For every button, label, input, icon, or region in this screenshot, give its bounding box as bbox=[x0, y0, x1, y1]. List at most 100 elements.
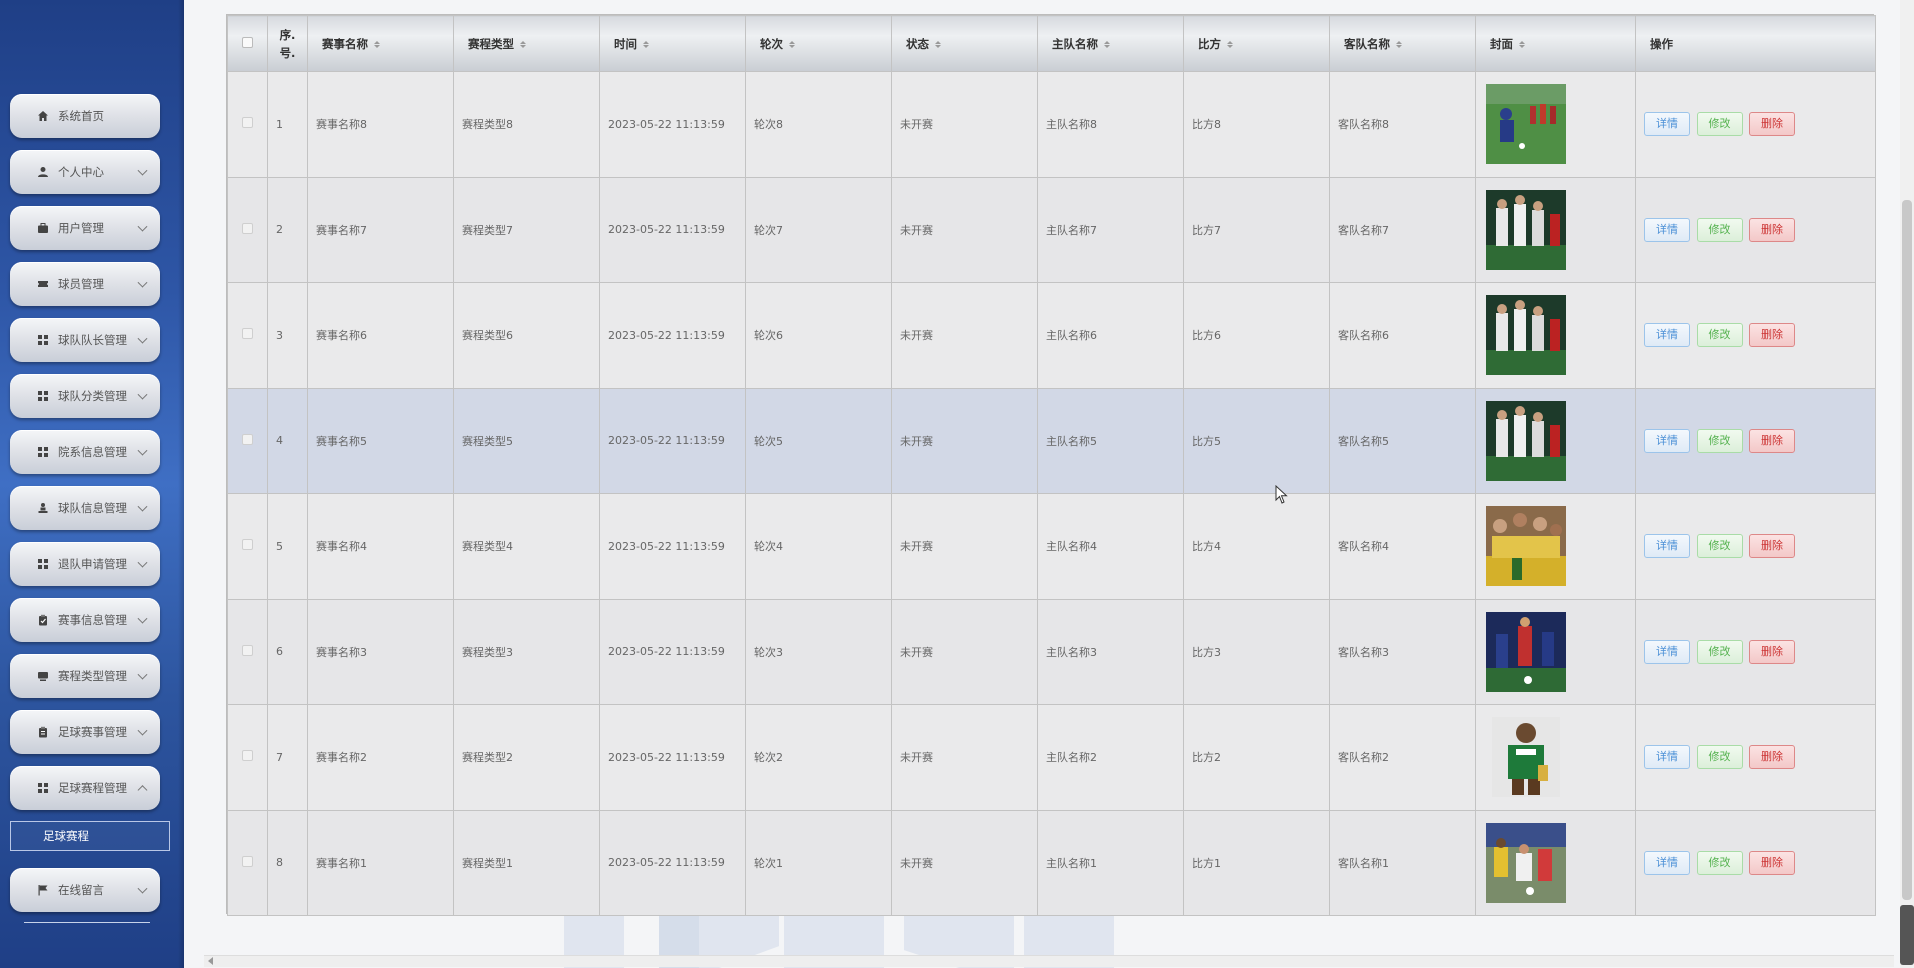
sort-icon[interactable] bbox=[935, 40, 941, 48]
delete-button[interactable]: 删除 bbox=[1749, 534, 1795, 559]
sidebar-item-department-management[interactable]: 院系信息管理 bbox=[10, 430, 160, 474]
cell-event-name: 赛事名称8 bbox=[307, 71, 454, 178]
delete-button[interactable]: 删除 bbox=[1749, 850, 1795, 875]
horizontal-scrollbar[interactable] bbox=[204, 955, 1894, 967]
table-row: 3 赛事名称6 赛程类型6 2023-05-22 11:13:59 轮次6 未开… bbox=[227, 282, 1876, 389]
cell-cover bbox=[1475, 387, 1636, 494]
cover-thumbnail[interactable] bbox=[1486, 400, 1566, 481]
sidebar-item-schedule-type-management[interactable]: 赛程类型管理 bbox=[10, 654, 160, 698]
row-checkbox[interactable] bbox=[242, 433, 253, 445]
cover-thumbnail[interactable] bbox=[1492, 717, 1560, 798]
sidebar-item-online-message[interactable]: 在线留言 bbox=[10, 868, 160, 912]
sort-icon[interactable] bbox=[789, 40, 795, 48]
column-header-score[interactable]: 比方 bbox=[1183, 15, 1330, 72]
sort-icon[interactable] bbox=[1519, 40, 1525, 48]
column-header-status[interactable]: 状态 bbox=[891, 15, 1038, 72]
cover-thumbnail[interactable] bbox=[1486, 506, 1566, 587]
column-header-time[interactable]: 时间 bbox=[599, 15, 746, 72]
sidebar-item-home[interactable]: 系统首页 bbox=[10, 94, 160, 138]
delete-button[interactable]: 删除 bbox=[1749, 323, 1795, 348]
row-checkbox[interactable] bbox=[242, 539, 253, 551]
row-checkbox[interactable] bbox=[242, 222, 253, 234]
cover-thumbnail[interactable] bbox=[1486, 189, 1566, 270]
cell-schedule-type: 赛程类型2 bbox=[453, 704, 600, 811]
sort-icon[interactable] bbox=[1227, 40, 1233, 48]
row-checkbox[interactable] bbox=[242, 328, 253, 340]
chevron-down-icon bbox=[137, 501, 148, 512]
detail-button[interactable]: 详情 bbox=[1644, 745, 1690, 770]
edit-button[interactable]: 修改 bbox=[1696, 745, 1743, 770]
delete-button[interactable]: 删除 bbox=[1749, 639, 1795, 664]
sort-icon[interactable] bbox=[520, 40, 526, 48]
sort-icon[interactable] bbox=[1104, 40, 1110, 48]
cover-thumbnail[interactable] bbox=[1486, 611, 1566, 692]
cell-event-name: 赛事名称3 bbox=[307, 598, 454, 705]
cell-away-team: 客队名称3 bbox=[1329, 598, 1476, 705]
sidebar-item-football-event-management[interactable]: 足球赛事管理 bbox=[10, 710, 160, 754]
vertical-scrollbar-thumb[interactable] bbox=[1902, 200, 1912, 900]
row-checkbox[interactable] bbox=[242, 855, 253, 867]
delete-button[interactable]: 删除 bbox=[1749, 745, 1795, 770]
sidebar-item-quit-application-management[interactable]: 退队申请管理 bbox=[10, 542, 160, 586]
column-header-cover[interactable]: 封面 bbox=[1475, 15, 1636, 72]
sort-icon[interactable] bbox=[374, 40, 380, 48]
sidebar-item-football-schedule-management[interactable]: 足球赛程管理 bbox=[10, 766, 160, 810]
sidebar-item-captain-management[interactable]: 球队队长管理 bbox=[10, 318, 160, 362]
column-header-away-team[interactable]: 客队名称 bbox=[1329, 15, 1476, 72]
column-header-event-name[interactable]: 赛事名称 bbox=[307, 15, 454, 72]
delete-button[interactable]: 删除 bbox=[1749, 217, 1795, 242]
detail-button[interactable]: 详情 bbox=[1644, 323, 1690, 348]
vertical-scrollbar[interactable] bbox=[1900, 0, 1914, 968]
detail-button[interactable]: 详情 bbox=[1644, 850, 1690, 875]
cell-round: 轮次5 bbox=[745, 387, 892, 494]
briefcase-icon bbox=[36, 221, 50, 235]
edit-button[interactable]: 修改 bbox=[1696, 850, 1743, 875]
column-header-schedule-type[interactable]: 赛程类型 bbox=[453, 15, 600, 72]
vertical-scrollbar-grip[interactable] bbox=[1900, 905, 1914, 965]
cover-thumbnail[interactable] bbox=[1486, 295, 1566, 376]
detail-button[interactable]: 详情 bbox=[1644, 639, 1690, 664]
sidebar-item-personal-center[interactable]: 个人中心 bbox=[10, 150, 160, 194]
detail-button[interactable]: 详情 bbox=[1644, 217, 1690, 242]
scroll-left-arrow-icon[interactable] bbox=[208, 957, 213, 965]
edit-button[interactable]: 修改 bbox=[1696, 323, 1743, 348]
cell-round: 轮次2 bbox=[745, 704, 892, 811]
sidebar-item-event-info-management[interactable]: 赛事信息管理 bbox=[10, 598, 160, 642]
table-row: 8 赛事名称1 赛程类型1 2023-05-22 11:13:59 轮次1 未开… bbox=[227, 809, 1876, 916]
row-checkbox[interactable] bbox=[242, 750, 253, 762]
delete-button[interactable]: 删除 bbox=[1749, 112, 1795, 137]
select-all-checkbox[interactable] bbox=[242, 36, 253, 48]
sidebar-item-player-management[interactable]: 球员管理 bbox=[10, 262, 160, 306]
cell-schedule-type: 赛程类型5 bbox=[453, 387, 600, 494]
cell-event-name: 赛事名称6 bbox=[307, 282, 454, 389]
detail-button[interactable]: 详情 bbox=[1644, 534, 1690, 559]
delete-button[interactable]: 删除 bbox=[1749, 428, 1795, 453]
edit-button[interactable]: 修改 bbox=[1696, 639, 1743, 664]
sidebar-item-label: 赛事信息管理 bbox=[58, 613, 127, 627]
column-header-round[interactable]: 轮次 bbox=[745, 15, 892, 72]
edit-button[interactable]: 修改 bbox=[1696, 112, 1743, 137]
cell-cover bbox=[1475, 598, 1636, 705]
cover-thumbnail[interactable] bbox=[1486, 822, 1566, 903]
row-select-cell bbox=[227, 704, 268, 811]
sort-icon[interactable] bbox=[1396, 40, 1402, 48]
edit-button[interactable]: 修改 bbox=[1696, 534, 1743, 559]
edit-button[interactable]: 修改 bbox=[1696, 428, 1743, 453]
table-row: 2 赛事名称7 赛程类型7 2023-05-22 11:13:59 轮次7 未开… bbox=[227, 176, 1876, 283]
user-icon bbox=[36, 165, 50, 179]
row-checkbox[interactable] bbox=[242, 644, 253, 656]
sidebar-item-team-info-management[interactable]: 球队信息管理 bbox=[10, 486, 160, 530]
cell-time: 2023-05-22 11:13:59 bbox=[599, 387, 746, 494]
row-checkbox[interactable] bbox=[242, 117, 253, 129]
sort-icon[interactable] bbox=[643, 40, 649, 48]
column-header-home-team[interactable]: 主队名称 bbox=[1037, 15, 1184, 72]
cover-thumbnail[interactable] bbox=[1486, 84, 1566, 165]
sidebar-item-label: 院系信息管理 bbox=[58, 445, 127, 459]
sidebar-item-user-management[interactable]: 用户管理 bbox=[10, 206, 160, 250]
edit-button[interactable]: 修改 bbox=[1696, 217, 1743, 242]
detail-button[interactable]: 详情 bbox=[1644, 112, 1690, 137]
detail-button[interactable]: 详情 bbox=[1644, 428, 1690, 453]
cell-status: 未开赛 bbox=[891, 809, 1038, 916]
sidebar-item-team-category-management[interactable]: 球队分类管理 bbox=[10, 374, 160, 418]
sidebar-subitem-football-schedule[interactable]: 足球赛程 bbox=[10, 821, 170, 851]
